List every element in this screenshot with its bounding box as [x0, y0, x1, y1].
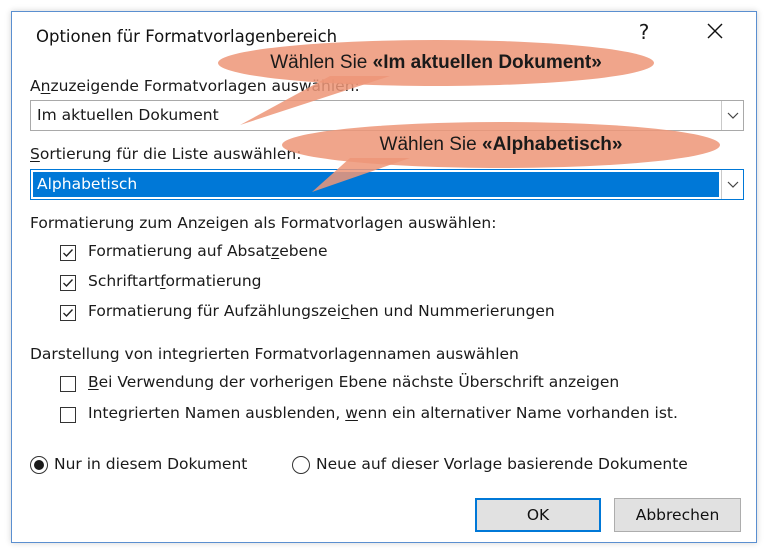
- callout-select-alphabetical: Wählen Sie «Alphabetisch»: [282, 122, 720, 168]
- callout-select-current-document: Wählen Sie «Im aktuellen Dokument»: [218, 40, 654, 86]
